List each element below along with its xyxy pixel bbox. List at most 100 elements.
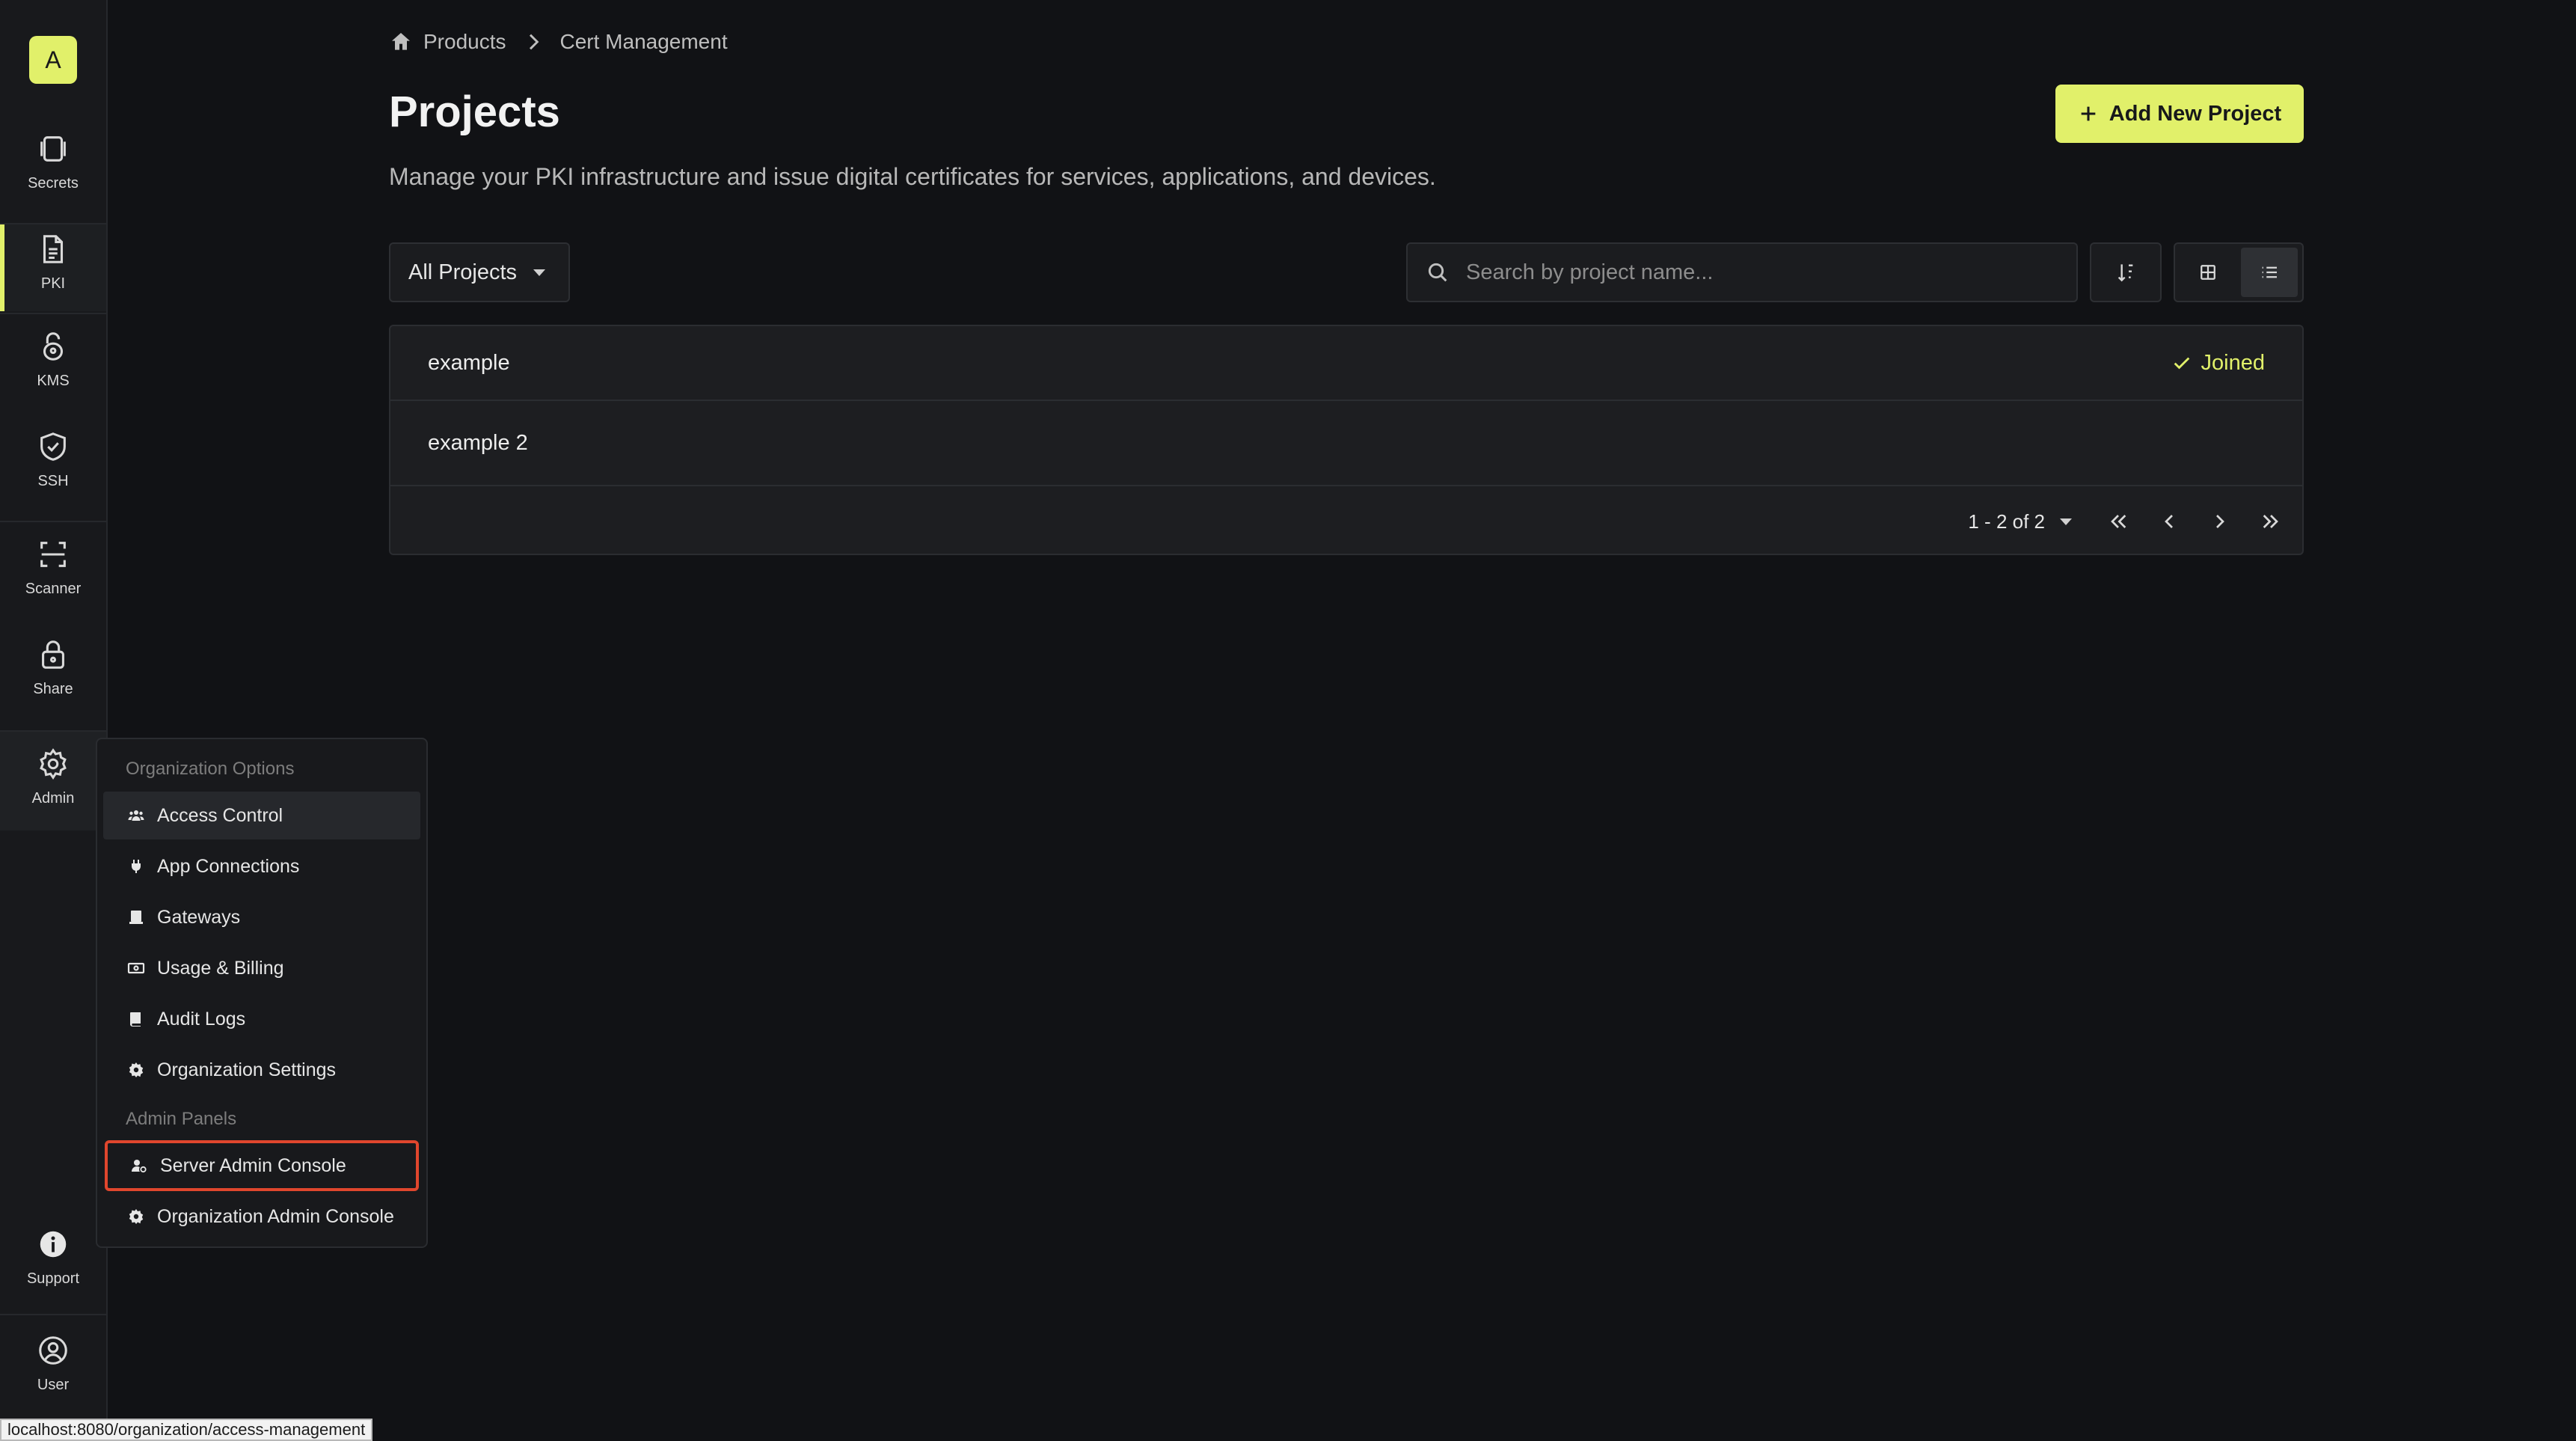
menu-item-access-control[interactable]: Access Control — [103, 792, 420, 839]
admin-dropdown-menu: Organization Options Access Control App … — [96, 738, 428, 1248]
sidebar-item-label: KMS — [37, 373, 70, 389]
divider — [0, 521, 106, 522]
plug-icon — [132, 860, 141, 873]
breadcrumb-current[interactable]: Cert Management — [560, 30, 728, 54]
page-description: Manage your PKI infrastructure and issue… — [389, 163, 1436, 190]
search-box[interactable] — [1406, 242, 2078, 302]
menu-item-audit-logs[interactable]: Audit Logs — [103, 995, 420, 1043]
search-input[interactable] — [1466, 260, 2076, 285]
view-mode-toggle — [2174, 242, 2304, 302]
vault-icon — [40, 136, 66, 162]
menu-section-admin-panels: Admin Panels — [126, 1109, 237, 1129]
document-icon — [43, 235, 64, 263]
grid-icon — [2201, 265, 2215, 280]
caret-down-icon — [2060, 518, 2072, 525]
previous-page-icon[interactable] — [2157, 510, 2181, 533]
app-root: A Secrets PKI KMS SSH Scanner Share Admi… — [0, 0, 2576, 1441]
sidebar: A Secrets PKI KMS SSH Scanner Share Admi… — [0, 0, 108, 1441]
book-icon — [130, 1012, 141, 1027]
menu-item-label: Server Admin Console — [160, 1154, 346, 1176]
users-icon — [128, 810, 144, 821]
check-icon — [2174, 357, 2189, 370]
menu-item-server-admin-console[interactable]: Server Admin Console — [105, 1140, 419, 1191]
sidebar-item-admin[interactable]: Admin — [0, 732, 106, 830]
scan-icon — [40, 542, 66, 567]
divider — [0, 1314, 106, 1315]
menu-item-usage-billing[interactable]: Usage & Billing — [103, 944, 420, 992]
plus-icon — [2081, 106, 2096, 121]
project-list: example Joined example 2 1 - 2 of 2 — [389, 325, 2304, 555]
caret-down-icon — [533, 269, 546, 276]
sidebar-item-support[interactable]: Support — [0, 1227, 106, 1311]
sidebar-item-user[interactable]: User — [0, 1333, 106, 1417]
sidebar-item-kms[interactable]: KMS — [0, 329, 106, 412]
pagination: 1 - 2 of 2 — [390, 488, 2302, 554]
menu-item-label: Gateways — [157, 906, 241, 928]
menu-item-organization-settings[interactable]: Organization Settings — [103, 1046, 420, 1094]
sort-button[interactable] — [2090, 242, 2162, 302]
menu-item-label: Usage & Billing — [157, 957, 284, 979]
gear-icon — [129, 1062, 144, 1077]
project-name: example — [428, 350, 510, 375]
project-row-example[interactable]: example Joined — [390, 326, 2302, 401]
sidebar-item-label: User — [37, 1377, 70, 1393]
page-title: Projects — [389, 88, 560, 136]
sidebar-item-label: Share — [33, 681, 73, 697]
project-name: example 2 — [428, 430, 528, 455]
info-icon — [40, 1231, 67, 1258]
page-size-dropdown[interactable]: 1 - 2 of 2 — [1968, 510, 2072, 533]
lock-key-icon — [43, 332, 64, 361]
sidebar-item-label: Support — [26, 1270, 80, 1287]
padlock-icon — [42, 640, 64, 669]
sidebar-item-share[interactable]: Share — [0, 637, 106, 721]
pagination-range: 1 - 2 of 2 — [1968, 510, 2045, 533]
project-row-example-2[interactable]: example 2 — [390, 401, 2302, 486]
joined-badge: Joined — [2171, 351, 2265, 376]
list-view-button[interactable] — [2241, 248, 2298, 297]
add-new-project-button[interactable]: Add New Project — [2055, 85, 2304, 143]
status-bar-url: localhost:8080/organization/access-manag… — [0, 1419, 373, 1441]
sidebar-item-label: Secrets — [28, 175, 79, 192]
joined-label: Joined — [2201, 350, 2265, 375]
gear-icon — [40, 748, 67, 780]
home-icon[interactable] — [389, 30, 413, 54]
list-icon — [2262, 266, 2277, 278]
menu-item-label: Organization Settings — [157, 1059, 337, 1080]
sidebar-item-scanner[interactable]: Scanner — [0, 537, 106, 621]
sidebar-item-pki[interactable]: PKI — [0, 224, 106, 311]
divider — [0, 313, 106, 314]
user-circle-icon — [39, 1336, 67, 1365]
breadcrumb-products[interactable]: Products — [423, 30, 506, 54]
first-page-icon[interactable] — [2106, 510, 2130, 533]
sidebar-item-ssh[interactable]: SSH — [0, 429, 106, 512]
menu-item-label: Access Control — [157, 804, 283, 826]
sidebar-item-label: Admin — [31, 790, 75, 807]
gear-icon — [129, 1209, 144, 1224]
sidebar-item-secrets[interactable]: Secrets — [0, 132, 106, 218]
menu-item-label: App Connections — [157, 855, 300, 877]
user-gear-icon — [132, 1160, 147, 1173]
project-filter-dropdown[interactable]: All Projects — [389, 242, 570, 302]
search-icon — [1428, 263, 1447, 282]
chevron-right-icon — [529, 34, 539, 50]
last-page-icon[interactable] — [2259, 510, 2283, 533]
sidebar-item-label: SSH — [37, 473, 69, 489]
next-page-icon[interactable] — [2208, 510, 2232, 533]
add-new-project-label: Add New Project — [2109, 101, 2282, 126]
sidebar-item-label: PKI — [40, 275, 66, 292]
sidebar-item-label: Scanner — [25, 581, 82, 597]
menu-item-label: Organization Admin Console — [157, 1205, 394, 1227]
menu-item-organization-admin-console[interactable]: Organization Admin Console — [103, 1193, 420, 1240]
project-filter-label: All Projects — [408, 260, 518, 284]
menu-section-organization-options: Organization Options — [126, 759, 295, 779]
sort-icon — [2117, 264, 2133, 282]
org-avatar[interactable]: A — [29, 36, 77, 84]
money-bill-icon — [127, 962, 145, 974]
gateway-icon — [129, 911, 143, 924]
menu-item-label: Audit Logs — [157, 1008, 246, 1029]
grid-view-button[interactable] — [2180, 248, 2236, 297]
menu-item-gateways[interactable]: Gateways — [103, 893, 420, 941]
shield-check-icon — [40, 432, 66, 461]
breadcrumb: Products Cert Management — [389, 27, 728, 57]
menu-item-app-connections[interactable]: App Connections — [103, 842, 420, 890]
